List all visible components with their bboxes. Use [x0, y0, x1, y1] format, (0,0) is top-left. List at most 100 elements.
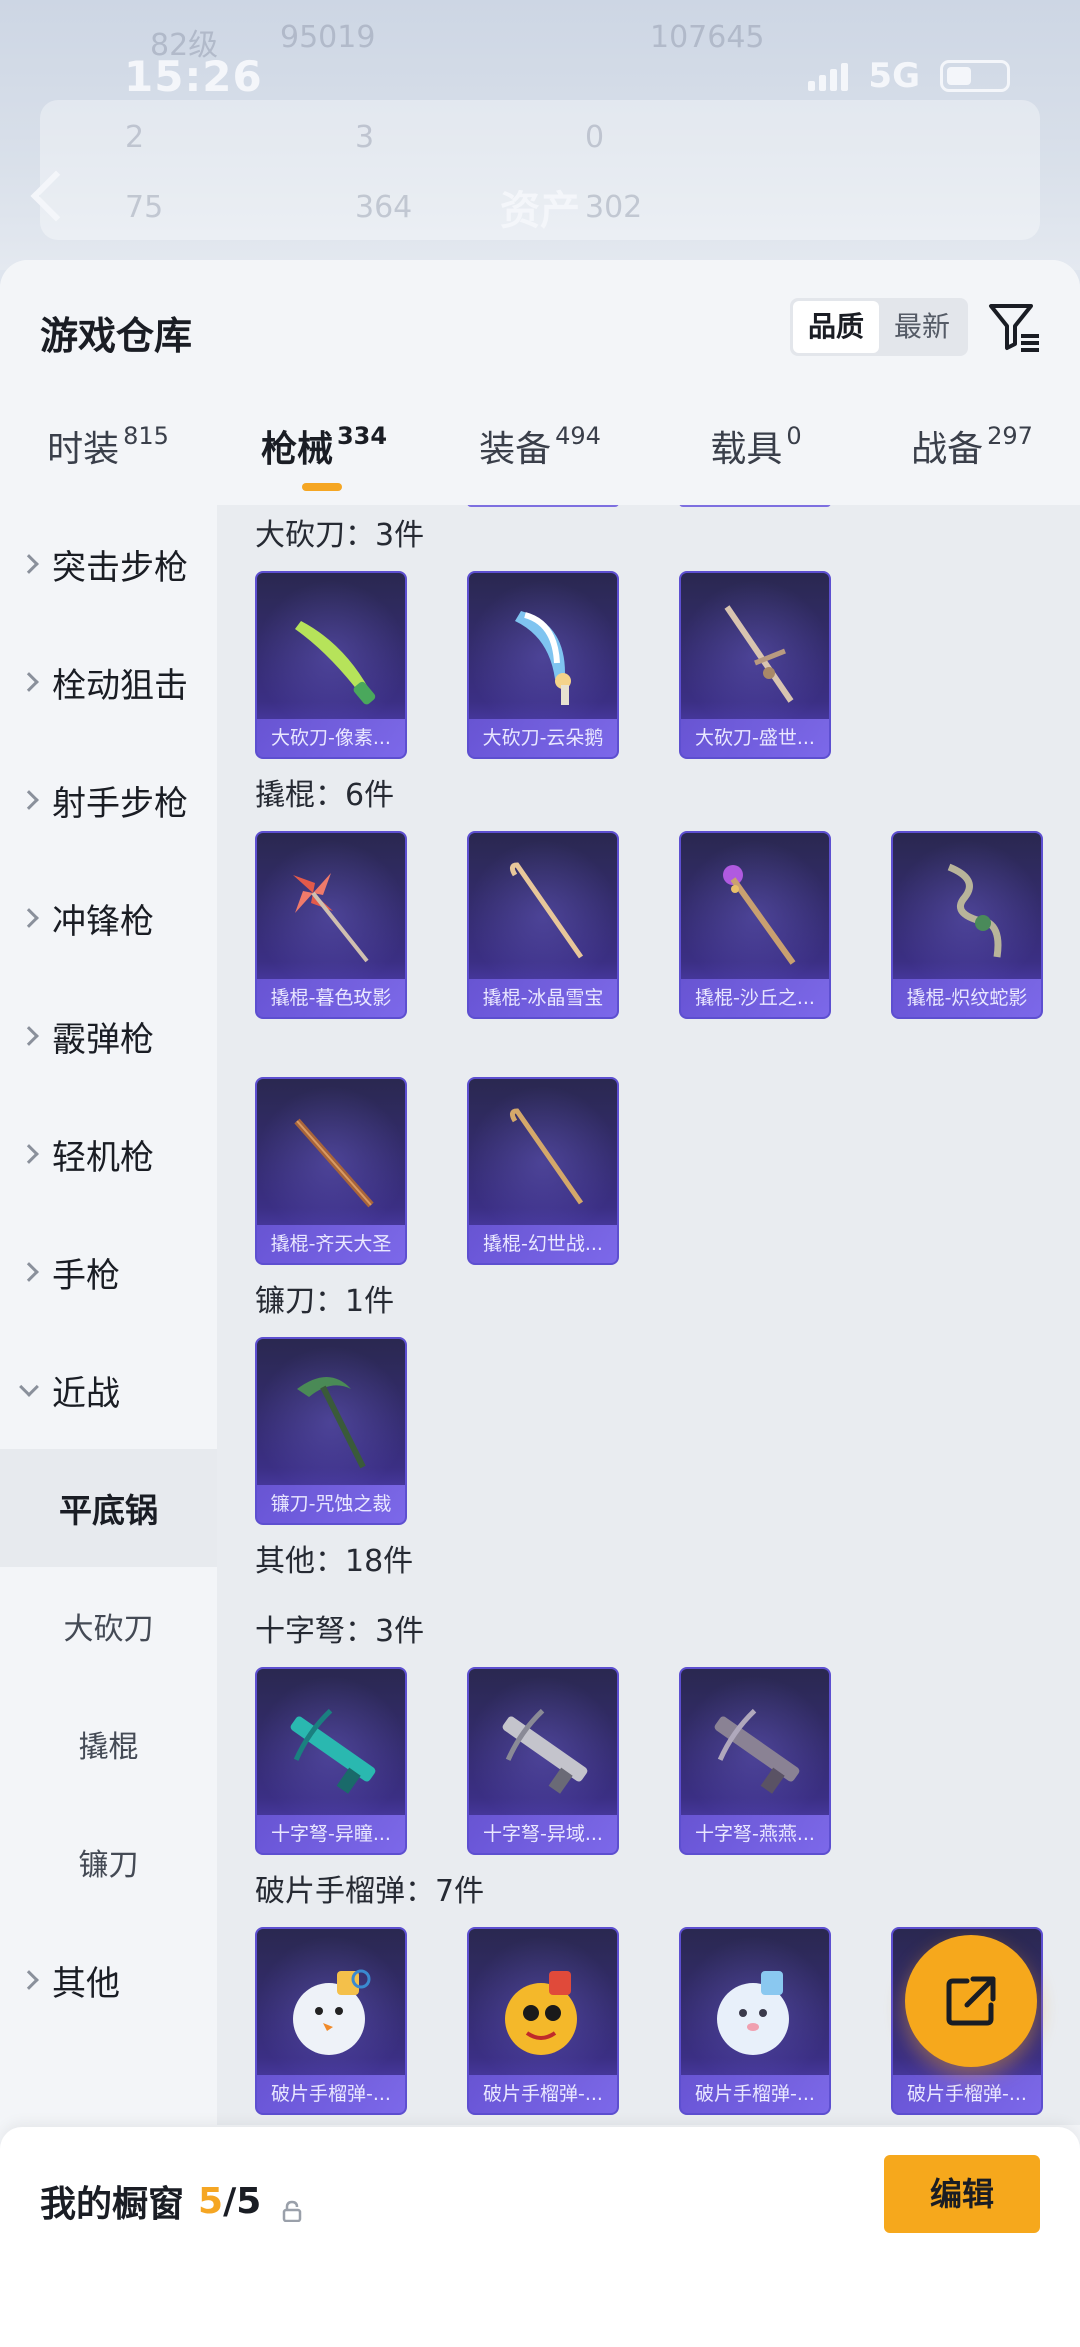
sidebar-item-assault-rifle[interactable]: 突击步枪	[0, 505, 217, 623]
sidebar-item-label: 冲锋枪	[52, 901, 154, 942]
crowbar-icon	[947, 863, 1002, 958]
category-tabs: 时装 815 枪械 334 装备 494 载具 0 战备 297	[0, 420, 1080, 505]
section-title: 其他：18件	[255, 1544, 414, 1579]
item-name: 撬棍-冰晶雪宝	[469, 979, 617, 1017]
item-name: 镰刀-咒蚀之裁	[257, 1485, 405, 1523]
section-title: 镰刀：1件	[255, 1284, 395, 1319]
tab-gear[interactable]: 战备 297	[864, 420, 1080, 505]
crowbar-icon	[509, 1108, 584, 1205]
ghost-coins: 95019	[280, 20, 376, 55]
item-card[interactable]: 破片手榴弹-...	[679, 1927, 831, 2115]
item-card[interactable]: 十字弩-异瞳...	[255, 1667, 407, 1855]
sidebar-sub-machete[interactable]: 大砍刀	[0, 1567, 217, 1685]
sidebar-item-smg[interactable]: 冲锋枪	[0, 859, 217, 977]
tab-count: 0	[786, 422, 802, 450]
item-name: 破片手榴弹-...	[469, 2075, 617, 2113]
sidebar-item-label: 栓动狙击	[52, 665, 188, 706]
item-card[interactable]: 大砍刀-云朵鹅	[467, 571, 619, 759]
tab-label: 载具	[710, 429, 783, 470]
sidebar-item-label: 轻机枪	[52, 1137, 154, 1178]
sidebar-item-marksman-rifle[interactable]: 射手步枪	[0, 741, 217, 859]
item-card[interactable]: 撬棍-炽纹蛇影	[891, 831, 1043, 1019]
sidebar-item-lmg[interactable]: 轻机枪	[0, 1095, 217, 1213]
showcase-total: /5	[223, 2180, 262, 2222]
showcase-bar: 我的橱窗 5 /5 编辑	[0, 2127, 1080, 2347]
section-title: 破片手榴弹：7件	[255, 1874, 485, 1909]
item-card[interactable]: 破片手榴弹-...	[467, 1927, 619, 2115]
category-sidebar: 突击步枪 栓动狙击 射手步枪 冲锋枪 霰弹枪 轻机枪 手枪 近战 平底锅 大砍刀…	[0, 505, 217, 2125]
item-card[interactable]: 十字弩-燕燕...	[679, 1667, 831, 1855]
grenade-icon	[717, 1971, 789, 2055]
item-name: 撬棍-暮色玫影	[257, 979, 405, 1017]
tab-count: 297	[987, 422, 1033, 450]
sort-newest-button[interactable]: 最新	[879, 301, 965, 353]
edit-button[interactable]: 编辑	[884, 2155, 1040, 2233]
sidebar-sub-sickle[interactable]: 镰刀	[0, 1803, 217, 1921]
sidebar-item-pistol[interactable]: 手枪	[0, 1213, 217, 1331]
share-button[interactable]	[905, 1935, 1037, 2067]
item-name: 十字弩-异瞳...	[257, 1815, 405, 1853]
chevron-right-icon	[19, 672, 39, 692]
chevron-right-icon	[19, 908, 39, 928]
showcase-count: 5	[198, 2180, 224, 2222]
sidebar-item-other[interactable]: 其他	[0, 1921, 217, 2039]
item-card[interactable]: 撬棍-冰晶雪宝	[467, 831, 619, 1019]
sidebar-sub-pan[interactable]: 平底锅	[0, 1449, 217, 1567]
item-card[interactable]: 撬棍-暮色玫影	[255, 831, 407, 1019]
item-card[interactable]: 大砍刀-像素...	[255, 571, 407, 759]
sheet-header: 游戏仓库 品质 最新 时装 815 枪械 334 装备 494 载具 0 战备 297	[0, 260, 1080, 505]
item-name: 撬棍-沙丘之...	[681, 979, 829, 1017]
item-name: 撬棍-炽纹蛇影	[893, 979, 1041, 1017]
item-card[interactable]: 破片手榴弹-...	[255, 1927, 407, 2115]
warehouse-sheet: 游戏仓库 品质 最新 时装 815 枪械 334 装备 494 载具 0 战备 297 突…	[0, 260, 1080, 2347]
showcase-label: 我的橱窗	[40, 2184, 185, 2225]
page-title: 资产	[500, 188, 580, 234]
header-background: 82级 95019 107645 2 3 0 75 364 302 15:26 …	[0, 0, 1080, 270]
sidebar-item-melee[interactable]: 近战	[0, 1331, 217, 1449]
ghost-stat-3: 0	[585, 120, 605, 155]
tab-label: 时装	[47, 429, 120, 470]
item-name: 大砍刀-盛世...	[681, 719, 829, 757]
tab-fashion[interactable]: 时装 815	[0, 420, 216, 505]
machete-icon	[724, 605, 794, 703]
item-card[interactable]: 撬棍-幻世战...	[467, 1077, 619, 1265]
item-card[interactable]: 撬棍-齐天大圣	[255, 1077, 407, 1265]
tab-firearms[interactable]: 枪械 334	[216, 420, 432, 505]
sidebar-item-shotgun[interactable]: 霰弹枪	[0, 977, 217, 1095]
tab-label: 战备	[911, 429, 984, 470]
item-name: 破片手榴弹-...	[681, 2075, 829, 2113]
tab-vehicles[interactable]: 载具 0	[648, 420, 864, 505]
sort-quality-button[interactable]: 品质	[793, 301, 879, 353]
item-name: 撬棍-齐天大圣	[257, 1225, 405, 1263]
ghost-stat-1: 2	[125, 120, 145, 155]
machete-icon	[295, 621, 376, 705]
showcase-summary: 我的橱窗 5 /5	[40, 2175, 303, 2227]
sidebar-item-label: 射手步枪	[52, 783, 188, 824]
item-name: 十字弩-燕燕...	[681, 1815, 829, 1853]
chevron-right-icon	[19, 1144, 39, 1164]
crowbar-icon	[509, 862, 584, 959]
sidebar-item-label: 霰弹枪	[52, 1019, 154, 1060]
ghost-points: 107645	[650, 20, 765, 55]
sidebar-item-bolt-sniper[interactable]: 栓动狙击	[0, 623, 217, 741]
chevron-right-icon	[19, 1262, 39, 1282]
grenade-icon	[293, 1969, 371, 2055]
filter-icon[interactable]	[985, 298, 1043, 356]
item-card[interactable]: 大砍刀-盛世...	[679, 571, 831, 759]
item-name: 撬棍-幻世战...	[469, 1225, 617, 1263]
tab-count: 494	[555, 422, 601, 450]
sidebar-sub-crowbar[interactable]: 撬棍	[0, 1685, 217, 1803]
network-type: 5G	[868, 56, 920, 96]
machete-icon	[515, 611, 571, 705]
item-name: 大砍刀-像素...	[257, 719, 405, 757]
external-link-icon	[946, 1976, 996, 2026]
ghost-stat-2: 3	[355, 120, 375, 155]
chevron-down-icon	[19, 1377, 39, 1397]
crowbar-icon	[723, 865, 796, 965]
section-title: 大砍刀：3件	[255, 518, 425, 553]
status-indicators: 5G	[808, 56, 1010, 96]
item-card[interactable]: 撬棍-沙丘之...	[679, 831, 831, 1019]
item-card[interactable]: 十字弩-异域...	[467, 1667, 619, 1855]
tab-equipment[interactable]: 装备 494	[432, 420, 648, 505]
item-card[interactable]: 镰刀-咒蚀之裁	[255, 1337, 407, 1525]
